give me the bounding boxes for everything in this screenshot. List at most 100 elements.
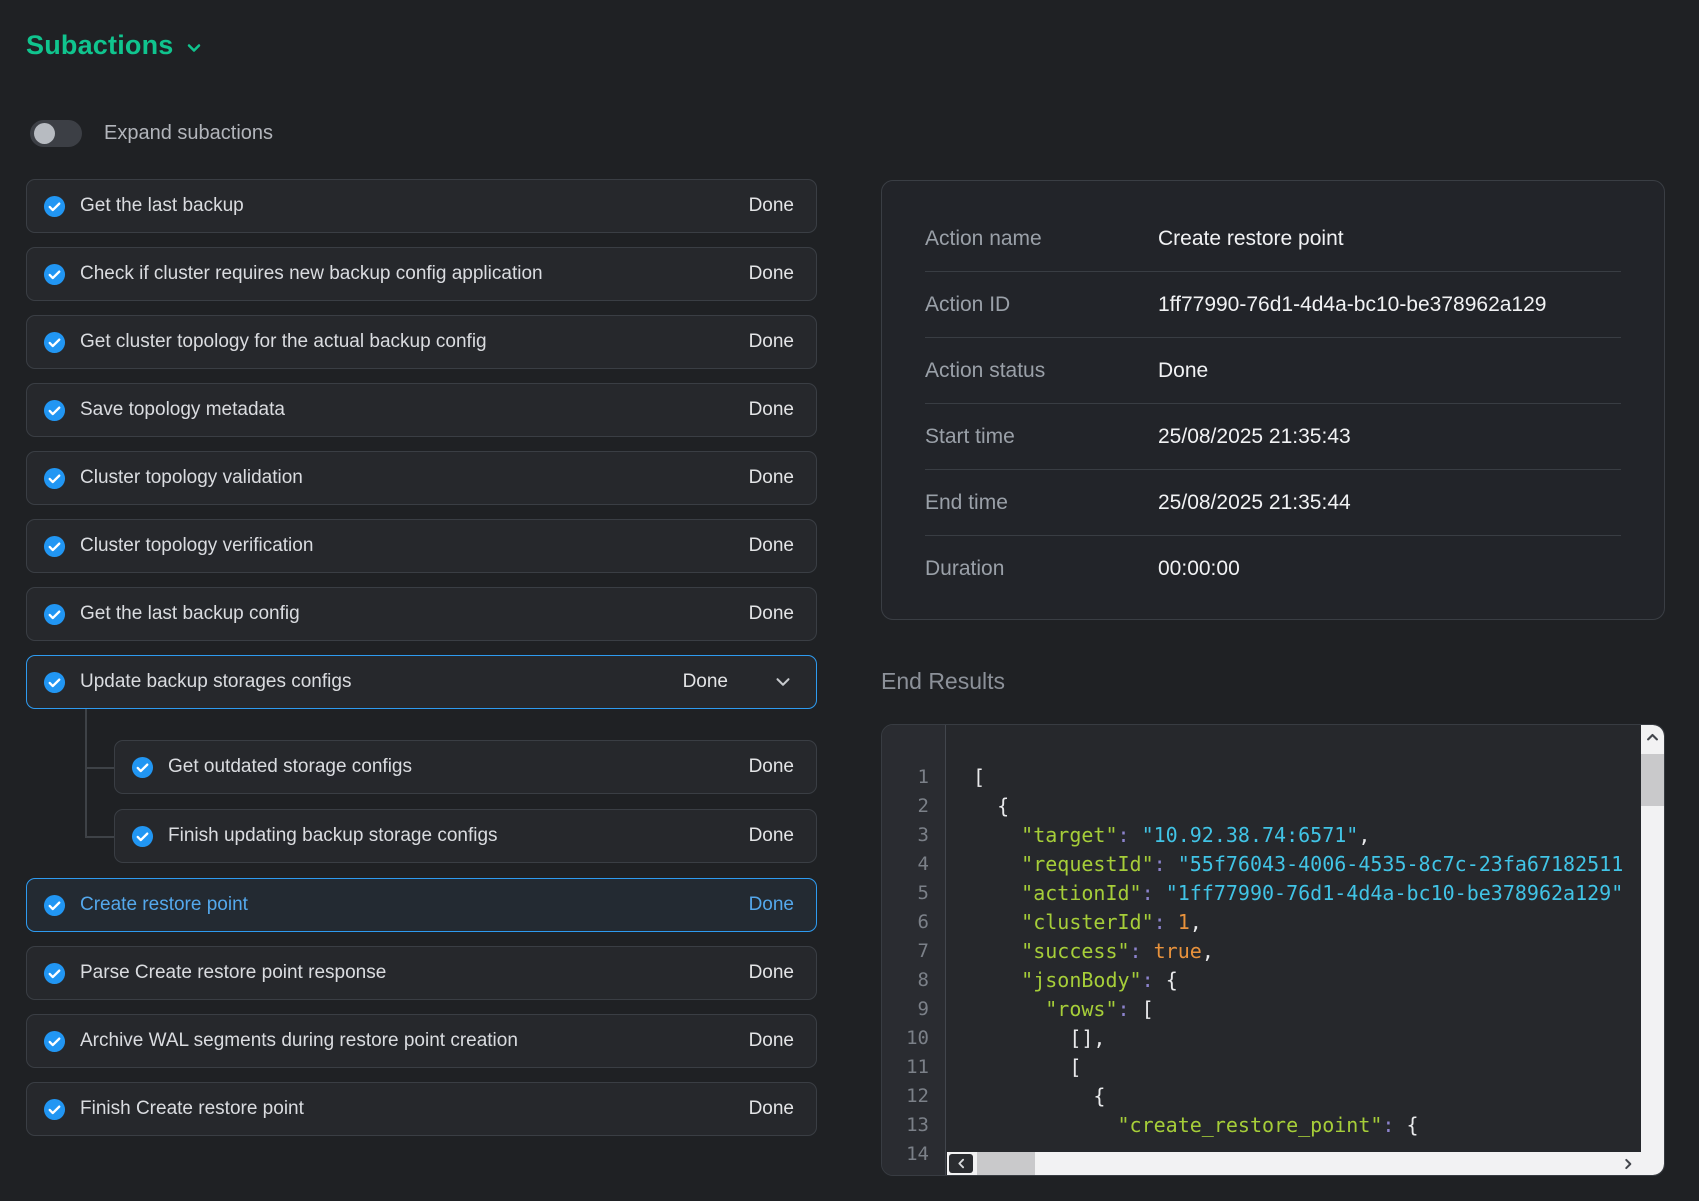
vertical-scrollbar[interactable] <box>1641 725 1664 1175</box>
subaction-status: Done <box>749 399 794 421</box>
detail-row-action-name: Action name Create restore point <box>925 206 1621 272</box>
subaction-label: Finish updating backup storage configs <box>168 825 498 847</box>
subaction-status: Done <box>749 1098 794 1120</box>
code-line: "requestId": "55f76043-4006-4535-8c7c-23… <box>973 850 1641 879</box>
code-line: [ <box>973 1053 1641 1082</box>
detail-label: Start time <box>925 425 1158 449</box>
page-title: Subactions <box>26 30 174 61</box>
scroll-right-icon[interactable] <box>1621 1152 1635 1175</box>
subaction-label: Cluster topology verification <box>80 535 313 557</box>
check-circle-icon <box>43 263 66 286</box>
expand-subactions-label: Expand subactions <box>104 122 273 145</box>
subaction-label: Update backup storages configs <box>80 671 351 693</box>
code-line: { <box>973 792 1641 821</box>
detail-row-action-id: Action ID 1ff77990-76d1-4d4a-bc10-be3789… <box>925 272 1621 338</box>
check-circle-icon <box>43 399 66 422</box>
tree-connector-line <box>85 709 87 836</box>
subaction-row-finish-create-restore-point[interactable]: Finish Create restore point Done <box>26 1082 817 1136</box>
detail-label: End time <box>925 491 1158 515</box>
detail-label: Duration <box>925 557 1158 581</box>
vertical-scrollbar-thumb[interactable] <box>1641 754 1664 806</box>
detail-value: Done <box>1158 359 1208 383</box>
subaction-row-get-outdated-storage-configs[interactable]: Get outdated storage configs Done <box>114 740 817 794</box>
check-circle-icon <box>43 671 66 694</box>
end-results-heading: End Results <box>881 668 1005 695</box>
code-viewport[interactable]: [ { "target": "10.92.38.74:6571", "reque… <box>947 725 1641 1175</box>
subaction-status: Done <box>749 535 794 557</box>
detail-row-start-time: Start time 25/08/2025 21:35:43 <box>925 404 1621 470</box>
subaction-label: Check if cluster requires new backup con… <box>80 263 543 285</box>
subaction-label: Get outdated storage configs <box>168 756 412 778</box>
subaction-row-get-last-backup-config[interactable]: Get the last backup config Done <box>26 587 817 641</box>
check-circle-icon <box>43 1098 66 1121</box>
code-line: "clusterId": 1, <box>973 908 1641 937</box>
subaction-label: Create restore point <box>80 894 248 916</box>
action-details-card: Action name Create restore point Action … <box>881 180 1665 620</box>
code-line-numbers: 1234567891011121314 <box>882 725 946 1175</box>
subactions-header[interactable]: Subactions <box>26 30 204 61</box>
subaction-status: Done <box>749 894 794 916</box>
tree-connector-elbow <box>85 836 114 838</box>
check-circle-icon <box>43 603 66 626</box>
subaction-row-get-cluster-topology[interactable]: Get cluster topology for the actual back… <box>26 315 817 369</box>
subaction-label: Parse Create restore point response <box>80 962 386 984</box>
subaction-row-topology-verification[interactable]: Cluster topology verification Done <box>26 519 817 573</box>
subaction-row-save-topology-metadata[interactable]: Save topology metadata Done <box>26 383 817 437</box>
subaction-label: Save topology metadata <box>80 399 285 421</box>
code-line: "jsonBody": { <box>973 966 1641 995</box>
detail-row-action-status: Action status Done <box>925 338 1621 404</box>
subaction-label: Get cluster topology for the actual back… <box>80 331 487 353</box>
subaction-row-update-backup-storages[interactable]: Update backup storages configs Done <box>26 655 817 709</box>
subaction-row-topology-validation[interactable]: Cluster topology validation Done <box>26 451 817 505</box>
subaction-status: Done <box>749 756 794 778</box>
expand-subactions-control: Expand subactions <box>30 120 273 147</box>
action-details-panel: Action name Create restore point Action … <box>881 0 1665 1201</box>
subaction-status: Done <box>749 195 794 217</box>
subaction-row-parse-create-restore-point[interactable]: Parse Create restore point response Done <box>26 946 817 1000</box>
horizontal-scrollbar-thumb[interactable] <box>977 1152 1035 1175</box>
end-results-code-block: 1234567891011121314 [ { "target": "10.92… <box>881 724 1665 1176</box>
detail-value: 25/08/2025 21:35:44 <box>1158 491 1351 515</box>
check-circle-icon <box>43 195 66 218</box>
check-circle-icon <box>43 331 66 354</box>
detail-value: 1ff77990-76d1-4d4a-bc10-be378962a129 <box>1158 293 1546 317</box>
code-line: "actionId": "1ff77990-76d1-4d4a-bc10-be3… <box>973 879 1641 908</box>
subaction-row-check-cluster-config[interactable]: Check if cluster requires new backup con… <box>26 247 817 301</box>
subaction-status: Done <box>749 1030 794 1052</box>
check-circle-icon <box>43 1030 66 1053</box>
code-line: "create_restore_point": { <box>973 1111 1641 1140</box>
subaction-status: Done <box>683 671 728 693</box>
check-circle-icon <box>131 756 154 779</box>
subaction-status: Done <box>749 825 794 847</box>
scroll-up-icon[interactable] <box>1641 730 1664 745</box>
subaction-label: Cluster topology validation <box>80 467 303 489</box>
expand-subactions-toggle[interactable] <box>30 120 82 147</box>
check-circle-icon <box>43 894 66 917</box>
code-line: "success": true, <box>973 937 1641 966</box>
chevron-down-icon <box>184 38 204 58</box>
subaction-label: Finish Create restore point <box>80 1098 304 1120</box>
scroll-left-icon[interactable] <box>949 1154 973 1173</box>
subaction-label: Get the last backup config <box>80 603 300 625</box>
detail-value: 00:00:00 <box>1158 557 1240 581</box>
subaction-status: Done <box>749 467 794 489</box>
subaction-row-archive-wal-segments[interactable]: Archive WAL segments during restore poin… <box>26 1014 817 1068</box>
check-circle-icon <box>43 962 66 985</box>
code-line: [ <box>973 763 1641 792</box>
subaction-label: Archive WAL segments during restore poin… <box>80 1030 518 1052</box>
detail-label: Action name <box>925 227 1158 251</box>
subactions-panel: Subactions Expand subactions Get the las… <box>26 0 817 1201</box>
horizontal-scrollbar[interactable] <box>947 1152 1641 1175</box>
detail-value: Create restore point <box>1158 227 1344 251</box>
detail-row-duration: Duration 00:00:00 <box>925 536 1621 601</box>
subaction-status: Done <box>749 263 794 285</box>
subaction-status: Done <box>749 603 794 625</box>
detail-label: Action status <box>925 359 1158 383</box>
subaction-children-group: Get outdated storage configs Done Finish… <box>114 740 817 863</box>
subaction-row-finish-updating-storage-configs[interactable]: Finish updating backup storage configs D… <box>114 809 817 863</box>
collapse-chevron-icon[interactable] <box>772 671 794 693</box>
subaction-row-get-the-last-backup[interactable]: Get the last backup Done <box>26 179 817 233</box>
subaction-row-create-restore-point[interactable]: Create restore point Done <box>26 878 817 932</box>
subaction-status: Done <box>749 962 794 984</box>
tree-connector-elbow <box>85 767 114 769</box>
